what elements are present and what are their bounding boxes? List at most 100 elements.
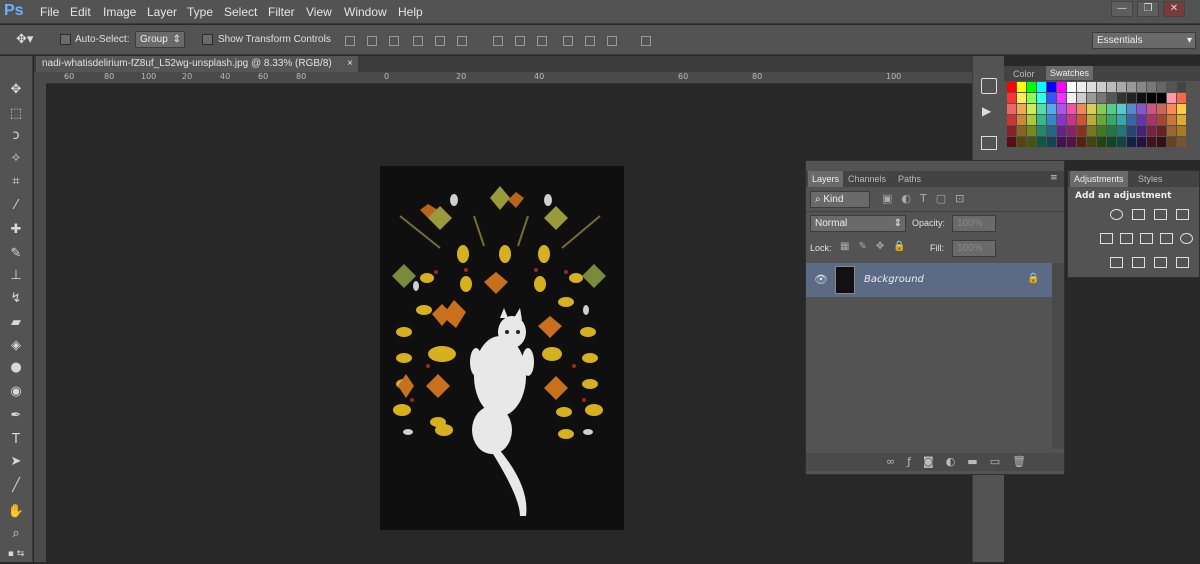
- tab-color[interactable]: Color: [1009, 68, 1039, 80]
- swatch-cell[interactable]: [1157, 104, 1166, 114]
- document-canvas[interactable]: [380, 166, 624, 530]
- swatch-cell[interactable]: [1037, 126, 1046, 136]
- layer-name[interactable]: Background: [864, 274, 924, 285]
- swatch-cell[interactable]: [1047, 126, 1056, 136]
- swatch-cell[interactable]: [1167, 137, 1176, 147]
- swatch-cell[interactable]: [1047, 82, 1056, 92]
- swatch-cell[interactable]: [1127, 93, 1136, 103]
- swatch-cell[interactable]: [1167, 104, 1176, 114]
- swatch-cell[interactable]: [1167, 82, 1176, 92]
- swatch-cell[interactable]: [1177, 126, 1186, 136]
- swatch-cell[interactable]: [1117, 126, 1126, 136]
- close-window-button[interactable]: ✕: [1163, 1, 1185, 17]
- move-tool-icon[interactable]: ✥: [5, 80, 27, 100]
- swatch-cell[interactable]: [1067, 82, 1076, 92]
- swatch-cell[interactable]: [1037, 93, 1046, 103]
- swatch-cell[interactable]: [1117, 93, 1126, 103]
- swatch-cell[interactable]: [1127, 137, 1136, 147]
- document-tab[interactable]: nadi-whatisdelirium-fZ8uf_L52wg-unsplash…: [36, 56, 358, 72]
- color-balance-icon[interactable]: [1140, 233, 1153, 244]
- swatch-cell[interactable]: [1087, 137, 1096, 147]
- history-panel-icon[interactable]: [981, 78, 997, 94]
- menu-window[interactable]: Window: [344, 5, 387, 19]
- swatch-cell[interactable]: [1117, 137, 1126, 147]
- swatch-cell[interactable]: [1097, 82, 1106, 92]
- workspace-dropdown[interactable]: Essentials ▾: [1092, 32, 1196, 49]
- swatch-cell[interactable]: [1057, 126, 1066, 136]
- swatch-cell[interactable]: [1137, 115, 1146, 125]
- swatch-cell[interactable]: [1137, 82, 1146, 92]
- tab-channels[interactable]: Channels: [848, 174, 886, 184]
- swatch-cell[interactable]: [1007, 93, 1016, 103]
- layer-filter-icons[interactable]: ▣◐T▢⊡: [882, 192, 973, 205]
- swatch-cell[interactable]: [1107, 126, 1116, 136]
- photo-filter-icon[interactable]: [1180, 233, 1193, 244]
- swatch-cell[interactable]: [1057, 137, 1066, 147]
- swatch-cell[interactable]: [1047, 137, 1056, 147]
- menu-image[interactable]: Image: [103, 5, 136, 19]
- swatch-cell[interactable]: [1037, 115, 1046, 125]
- swatch-cell[interactable]: [1137, 137, 1146, 147]
- swatch-cell[interactable]: [1047, 115, 1056, 125]
- swatch-cell[interactable]: [1137, 93, 1146, 103]
- swatch-cell[interactable]: [1157, 93, 1166, 103]
- restore-button[interactable]: ❐: [1137, 1, 1159, 17]
- swatch-cell[interactable]: [1147, 126, 1156, 136]
- align-vcenter-icon[interactable]: [364, 33, 378, 47]
- swatch-cell[interactable]: [1127, 104, 1136, 114]
- swatch-cell[interactable]: [1167, 93, 1176, 103]
- swatch-cell[interactable]: [1067, 126, 1076, 136]
- fill-field[interactable]: 100%: [952, 240, 996, 257]
- swatch-cell[interactable]: [1057, 115, 1066, 125]
- swatch-cell[interactable]: [1137, 104, 1146, 114]
- pen-tool-icon[interactable]: ✒: [5, 406, 27, 426]
- swatch-cell[interactable]: [1077, 93, 1086, 103]
- swatch-cell[interactable]: [1127, 115, 1136, 125]
- distribute-right-icon[interactable]: [604, 33, 618, 47]
- swatch-cell[interactable]: [1167, 126, 1176, 136]
- clone-stamp-tool-icon[interactable]: ⊥: [5, 266, 27, 286]
- swatch-cell[interactable]: [1007, 82, 1016, 92]
- swatch-cell[interactable]: [1087, 104, 1096, 114]
- lock-icons[interactable]: ▦✎✥🔒: [840, 241, 915, 252]
- distribute-vcenter-icon[interactable]: [512, 33, 526, 47]
- swatch-cell[interactable]: [1177, 115, 1186, 125]
- swatch-cell[interactable]: [1177, 82, 1186, 92]
- dodge-tool-icon[interactable]: ◉: [5, 382, 27, 402]
- curves-icon[interactable]: [1154, 209, 1167, 220]
- minimize-button[interactable]: —: [1111, 1, 1133, 17]
- swatch-cell[interactable]: [1027, 93, 1036, 103]
- eyedropper-tool-icon[interactable]: ⁄: [5, 196, 27, 216]
- type-tool-icon[interactable]: T: [5, 430, 27, 450]
- tab-layers[interactable]: Layers: [808, 171, 844, 187]
- swatch-grid[interactable]: [1007, 82, 1191, 156]
- move-tool-preset-icon[interactable]: ✥▾: [16, 32, 33, 47]
- tab-swatches[interactable]: Swatches: [1046, 66, 1094, 80]
- swatch-cell[interactable]: [1097, 115, 1106, 125]
- actions-play-icon[interactable]: ▶: [982, 104, 991, 118]
- swatch-cell[interactable]: [1007, 126, 1016, 136]
- swatch-cell[interactable]: [1107, 93, 1116, 103]
- tab-paths[interactable]: Paths: [898, 174, 921, 184]
- paint-bucket-tool-icon[interactable]: ◈: [5, 336, 27, 356]
- swatch-cell[interactable]: [1087, 115, 1096, 125]
- swatch-cell[interactable]: [1147, 137, 1156, 147]
- swatch-cell[interactable]: [1177, 93, 1186, 103]
- posterize-icon[interactable]: [1132, 257, 1145, 268]
- swatch-cell[interactable]: [1007, 104, 1016, 114]
- exposure-icon[interactable]: [1176, 209, 1189, 220]
- swatch-cell[interactable]: [1007, 137, 1016, 147]
- blur-tool-icon[interactable]: ●: [5, 358, 27, 378]
- swatch-cell[interactable]: [1107, 104, 1116, 114]
- swatch-cell[interactable]: [1007, 115, 1016, 125]
- swatch-cell[interactable]: [1017, 126, 1026, 136]
- tab-adjustments[interactable]: Adjustments: [1070, 171, 1128, 187]
- swatch-cell[interactable]: [1027, 115, 1036, 125]
- swatch-cell[interactable]: [1057, 93, 1066, 103]
- crop-tool-icon[interactable]: ⌗: [5, 172, 27, 192]
- swatch-cell[interactable]: [1047, 93, 1056, 103]
- align-right-icon[interactable]: [454, 33, 468, 47]
- swatch-cell[interactable]: [1087, 93, 1096, 103]
- swatch-cell[interactable]: [1147, 115, 1156, 125]
- swatch-cell[interactable]: [1027, 82, 1036, 92]
